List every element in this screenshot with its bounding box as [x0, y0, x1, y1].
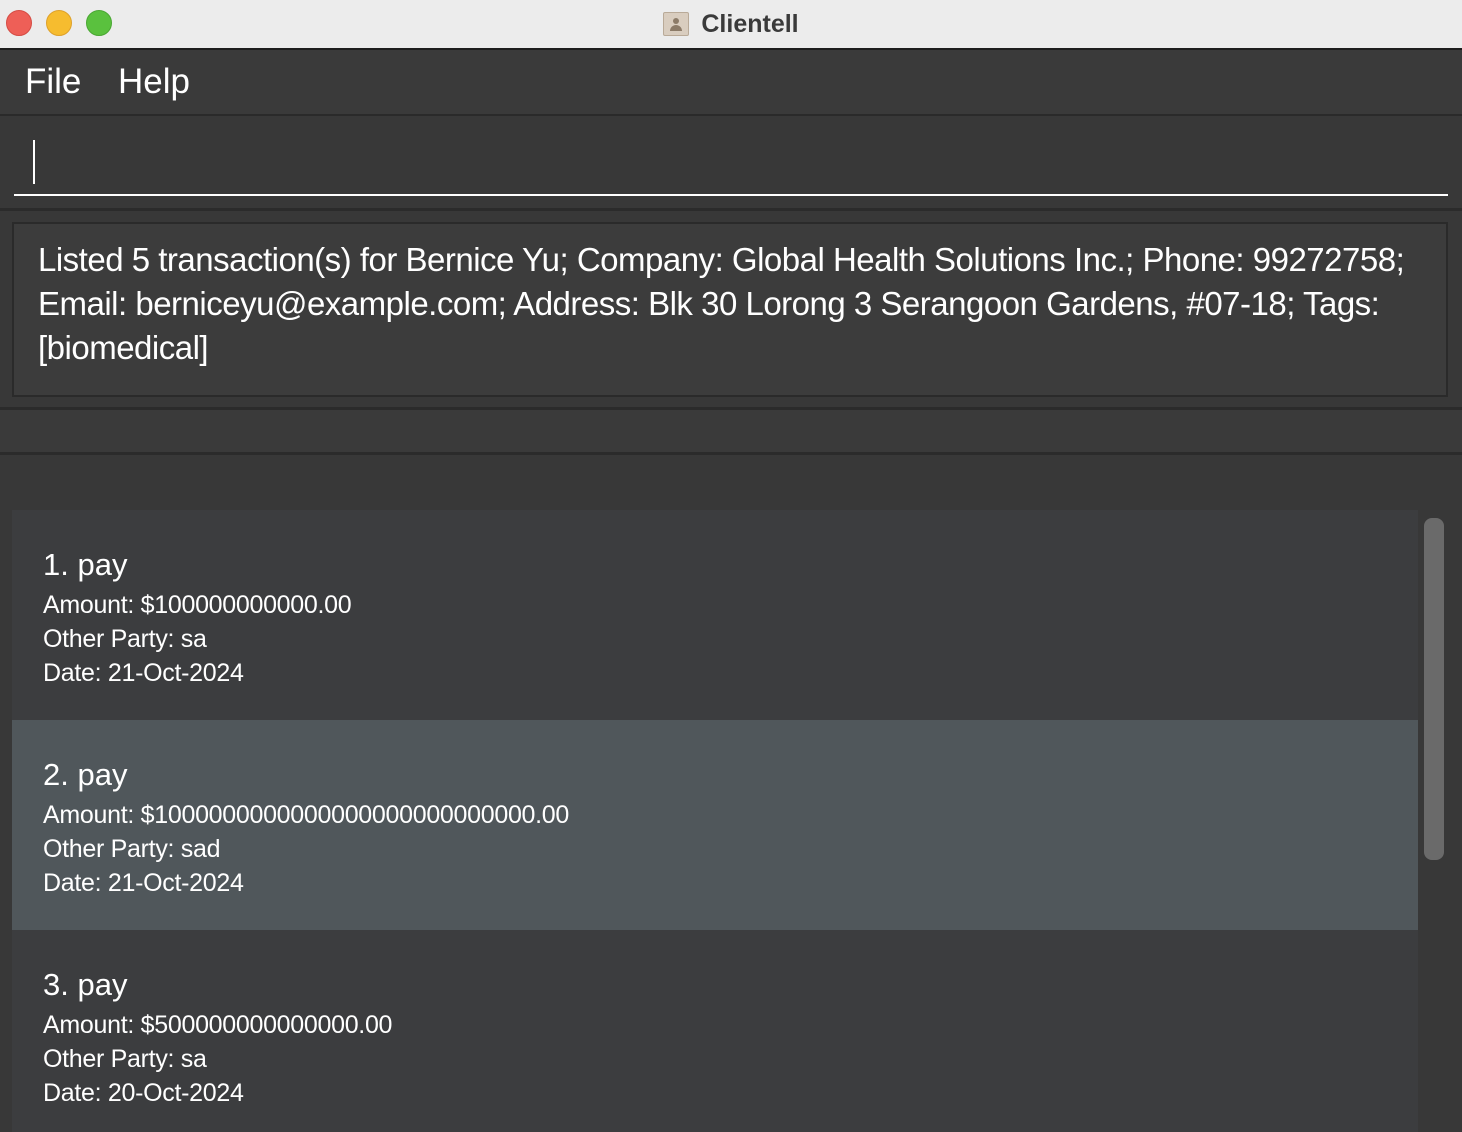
result-display-panel: Listed 5 transaction(s) for Bernice Yu; … [0, 211, 1462, 410]
transaction-card[interactable]: 3. pay Amount: $500000000000000.00 Other… [12, 930, 1418, 1132]
transaction-date: Date: 21-Oct-2024 [43, 869, 244, 897]
window-title: Clientell [701, 9, 799, 38]
status-band [0, 410, 1462, 455]
transaction-date: Date: 21-Oct-2024 [43, 659, 244, 687]
text-caret [33, 140, 35, 184]
transaction-list-panel: 1. pay Amount: $100000000000.00 Other Pa… [0, 455, 1462, 1132]
app-window: Clientell File Help Listed 5 transaction… [0, 0, 1462, 1132]
transaction-amount: Amount: $100000000000.00 [43, 591, 352, 619]
menu-help[interactable]: Help [118, 62, 190, 102]
contact-card-icon [663, 12, 690, 36]
transaction-other-party: Other Party: sa [43, 625, 207, 653]
menu-file[interactable]: File [25, 62, 81, 102]
result-display: Listed 5 transaction(s) for Bernice Yu; … [12, 222, 1448, 397]
command-input[interactable] [14, 126, 1448, 196]
command-box [0, 116, 1462, 211]
transaction-other-party: Other Party: sa [43, 1045, 207, 1073]
transaction-card-selected[interactable]: 2. pay Amount: $100000000000000000000000… [12, 720, 1418, 930]
window-title-group: Clientell [0, 0, 1462, 48]
transaction-amount: Amount: $500000000000000.00 [43, 1011, 393, 1039]
transaction-title: 3. pay [43, 967, 128, 1002]
title-bar: Clientell [0, 0, 1462, 50]
transaction-title: 2. pay [43, 757, 128, 792]
menu-bar: File Help [0, 50, 1462, 116]
transaction-card[interactable]: 1. pay Amount: $100000000000.00 Other Pa… [12, 510, 1418, 720]
transaction-amount: Amount: $1000000000000000000000000000.00 [43, 801, 570, 829]
list-scrollbar[interactable] [1424, 518, 1444, 860]
transaction-other-party: Other Party: sad [43, 835, 221, 863]
transaction-title: 1. pay [43, 547, 128, 582]
transaction-date: Date: 20-Oct-2024 [43, 1079, 244, 1107]
transaction-list[interactable]: 1. pay Amount: $100000000000.00 Other Pa… [12, 510, 1418, 1132]
